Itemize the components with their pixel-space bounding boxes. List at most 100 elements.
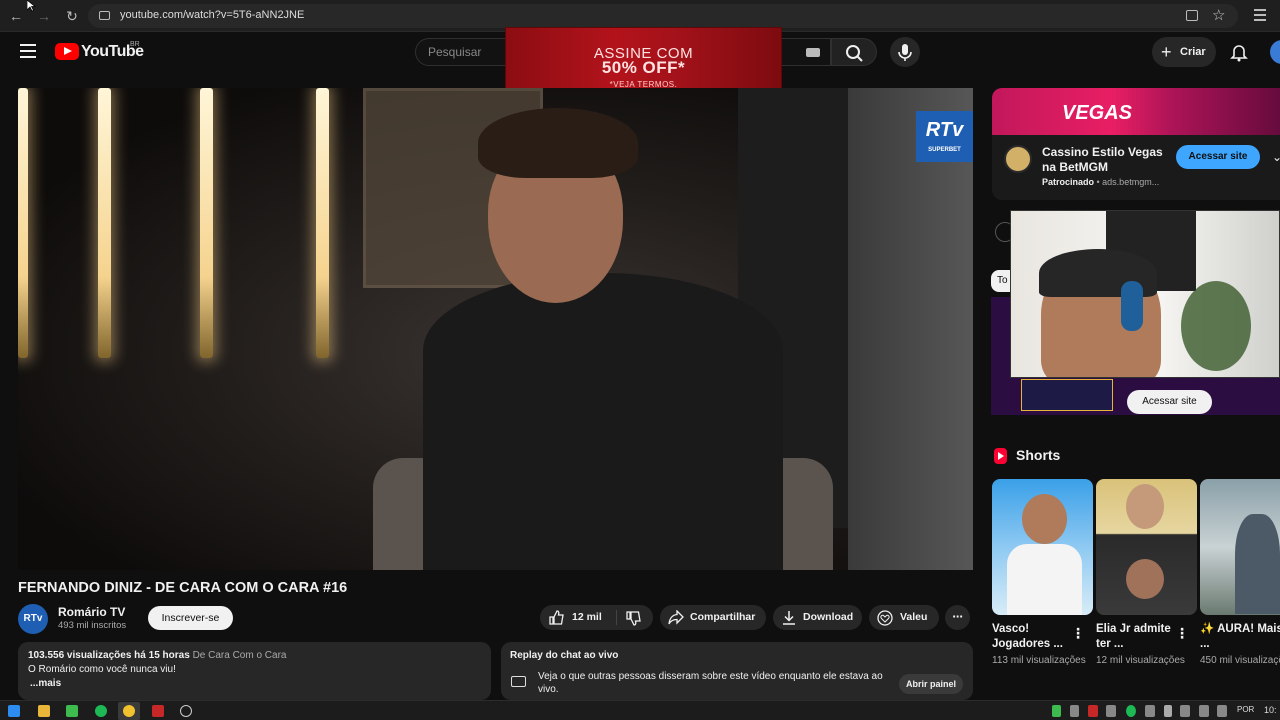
voice-search-button[interactable] — [890, 37, 920, 67]
short-card[interactable]: Elia Jr admite ter ... 12 mil visualizaç… — [1096, 479, 1197, 668]
webcam-overlay — [1010, 210, 1280, 378]
install-app-icon[interactable] — [1186, 10, 1198, 21]
subscriber-count: 493 mil inscritos — [58, 620, 127, 631]
chrome-icon[interactable] — [123, 705, 135, 717]
webcam-headset — [1121, 281, 1143, 331]
tray-icon[interactable] — [1180, 705, 1190, 717]
volume-icon[interactable] — [1217, 705, 1227, 717]
tray-icon[interactable] — [1106, 705, 1116, 717]
chat-replay-box: Replay do chat ao vivo Veja o que outras… — [501, 642, 973, 700]
chat-replay-title: Replay do chat ao vivo — [510, 650, 619, 661]
more-actions-button[interactable]: ⋯ — [945, 605, 970, 630]
app-icon[interactable] — [152, 705, 164, 717]
os-taskbar: POR 10: — [0, 700, 1280, 720]
url-text: youtube.com/watch?v=5T6-aNN2JNE — [120, 9, 305, 21]
watermark-text: RTv — [925, 119, 964, 141]
app-icon[interactable] — [180, 705, 192, 717]
like-count: 12 mil — [572, 611, 602, 623]
chat-replay-description: Veja o que outras pessoas disseram sobre… — [538, 671, 883, 695]
person-hair — [478, 108, 638, 178]
share-button[interactable]: Compartilhar — [660, 605, 766, 630]
spotify-icon[interactable] — [95, 705, 107, 717]
mouse-cursor-icon — [27, 0, 36, 12]
studio-light — [98, 88, 111, 358]
create-label: Criar — [1180, 46, 1206, 58]
download-button[interactable]: Download — [773, 605, 862, 630]
youtube-logo-icon[interactable] — [55, 43, 79, 60]
short-card[interactable]: ✨ AURA! Mais ... 450 mil visualizações — [1200, 479, 1280, 668]
forward-icon[interactable]: → — [34, 6, 54, 26]
short-card[interactable]: Vasco! Jogadores ... 113 mil visualizaçõ… — [992, 479, 1093, 668]
share-icon — [668, 610, 684, 625]
tray-icon[interactable] — [1145, 705, 1155, 717]
open-chat-panel-button[interactable]: Abrir painel — [899, 674, 963, 694]
thumbs-down-icon — [626, 611, 641, 626]
network-icon[interactable] — [1199, 705, 1209, 717]
thumbs-up-icon — [549, 610, 564, 625]
description-box[interactable]: 103.556 visualizações há 15 horas De Car… — [18, 642, 491, 700]
app-icon[interactable] — [66, 705, 78, 717]
channel-watermark[interactable]: RTv SUPERBET — [916, 111, 973, 162]
ad-title[interactable]: Cassino Estilo Vegas na BetMGM — [1042, 145, 1172, 175]
advertiser-logo — [1004, 145, 1032, 173]
playlist-tag[interactable]: De Cara Com o Cara — [193, 650, 287, 661]
short-views: 113 mil visualizações — [992, 655, 1086, 666]
visit-site-button-2[interactable]: Acessar site — [1127, 390, 1212, 414]
file-explorer-icon[interactable] — [38, 705, 50, 717]
account-avatar[interactable] — [1270, 40, 1280, 64]
microphone-tray-icon[interactable] — [1164, 705, 1172, 717]
dislike-button[interactable] — [617, 605, 653, 630]
short-title[interactable]: Elia Jr admite ter ... — [1096, 622, 1181, 652]
short-title[interactable]: Vasco! Jogadores ... — [992, 622, 1077, 652]
keyboard-icon[interactable] — [806, 48, 820, 57]
short-views: 450 mil visualizações — [1200, 655, 1280, 666]
short-views: 12 mil visualizações — [1096, 655, 1185, 666]
sidebar-sponsored-ad[interactable]: VEGAS Cassino Estilo Vegas na BetMGM Pat… — [992, 88, 1280, 200]
short-title[interactable]: ✨ AURA! Mais ... — [1200, 622, 1280, 652]
studio-light — [200, 88, 213, 358]
thanks-button[interactable]: Valeu — [869, 605, 939, 630]
person-body — [423, 273, 783, 570]
subscribe-button[interactable]: Inscrever-se — [148, 606, 233, 630]
short-thumbnail[interactable] — [1200, 479, 1280, 615]
notifications-bell-icon[interactable] — [1230, 42, 1248, 62]
short-thumbnail[interactable] — [1096, 479, 1197, 615]
short-more-icon[interactable]: ⋮ — [1175, 625, 1189, 642]
channel-avatar[interactable]: RTv — [18, 604, 48, 634]
studio-light — [18, 88, 28, 358]
region-code: BR — [130, 41, 140, 48]
short-thumbnail[interactable] — [992, 479, 1093, 615]
search-icon — [846, 45, 863, 62]
ad-image[interactable]: VEGAS — [992, 88, 1280, 135]
watermark-sponsor: SUPERBET — [928, 147, 961, 153]
like-button[interactable]: 12 mil — [540, 605, 616, 630]
show-more-link[interactable]: ...mais — [28, 678, 481, 689]
clock[interactable]: 10: — [1264, 705, 1277, 715]
create-button[interactable]: + Criar — [1152, 37, 1216, 67]
back-icon[interactable]: ← — [6, 6, 26, 26]
tray-icon[interactable] — [1070, 705, 1079, 717]
site-settings-icon[interactable] — [99, 11, 110, 20]
start-icon[interactable] — [8, 705, 20, 717]
bookmark-star-icon[interactable]: ☆ — [1212, 6, 1225, 24]
address-bar[interactable]: youtube.com/watch?v=5T6-aNN2JNE ☆ — [88, 4, 1238, 28]
tray-icon[interactable] — [1126, 705, 1136, 717]
ad-image-text: VEGAS — [1062, 102, 1133, 124]
menu-icon[interactable] — [20, 44, 36, 58]
super-thanks-icon — [877, 610, 893, 626]
search-button[interactable] — [831, 38, 877, 66]
tray-icon[interactable] — [1052, 705, 1061, 717]
description-stats-row: 103.556 visualizações há 15 horas De Car… — [28, 650, 481, 661]
tray-icon[interactable] — [1088, 705, 1098, 717]
ad-options-chevron-icon[interactable]: ⌄ — [1272, 150, 1280, 164]
video-player[interactable] — [18, 88, 973, 570]
top-ad-banner[interactable]: ASSINE COM 50% OFF* *VEJA TERMOS. — [505, 27, 782, 94]
visit-site-button[interactable]: Acessar site — [1176, 145, 1260, 169]
channel-name[interactable]: Romário TV — [58, 605, 125, 619]
short-more-icon[interactable]: ⋮ — [1071, 625, 1085, 642]
browser-menu-icon[interactable] — [1254, 9, 1266, 21]
reload-icon[interactable]: ↻ — [62, 6, 82, 26]
download-icon — [783, 611, 795, 625]
language-indicator[interactable]: POR — [1237, 705, 1254, 714]
view-count-and-date: 103.556 visualizações há 15 horas — [28, 650, 190, 661]
